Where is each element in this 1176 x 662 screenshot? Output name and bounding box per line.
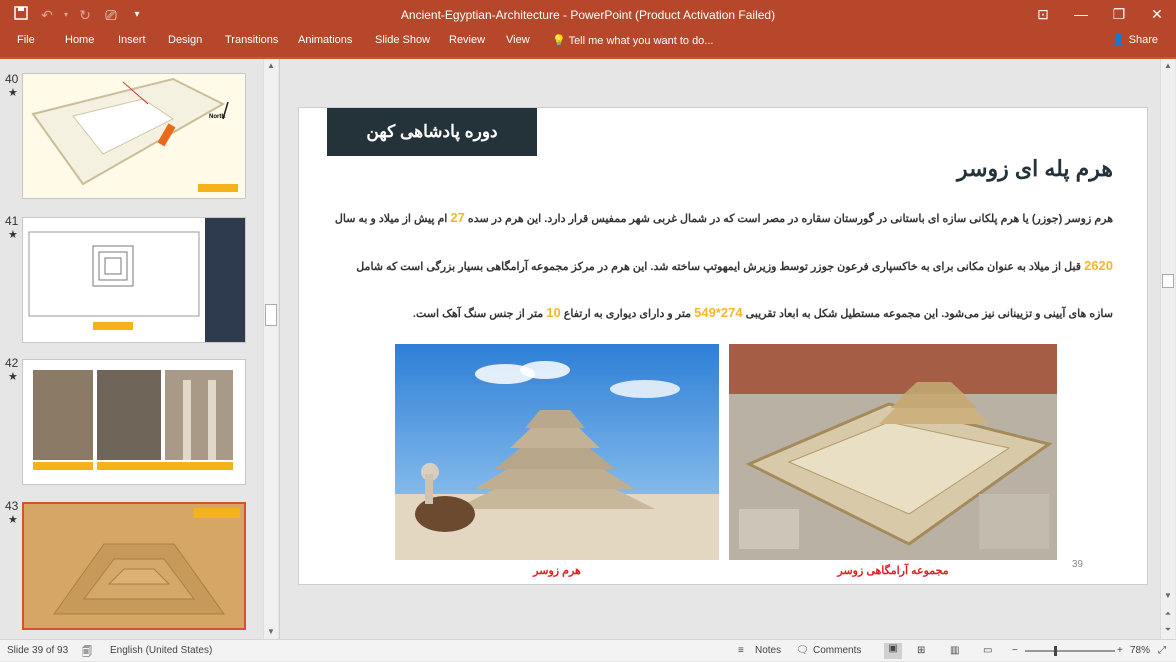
zoom-level[interactable]: 78% [1130, 645, 1150, 656]
thumbnail-slide-42[interactable] [22, 359, 246, 485]
window-controls: ⊡ — ❐ ✕ [1024, 0, 1176, 30]
zoom-slider[interactable] [1025, 646, 1115, 656]
paragraph-line-3: سازه های آیینی و تزیینانی نیز می‌شود. ای… [313, 305, 1113, 322]
page-number: 39 [1071, 559, 1083, 570]
thumb-number-43: 43 [5, 499, 19, 513]
para3-number-1: 274*549 [694, 305, 743, 320]
para2-number: 2620 [1084, 258, 1113, 273]
tell-me-label: Tell me what you want to do... [568, 35, 714, 47]
thumb-star-40: ★ [8, 87, 18, 99]
paragraph-line-2: 2620 قبل از میلاد به عنوان مکانی برای به… [313, 258, 1113, 275]
canvas-scroll-thumb[interactable] [1162, 274, 1174, 288]
caption-complex: مجموعه آرامگاهی زوسر [837, 565, 949, 577]
tab-design[interactable]: Design [168, 34, 202, 46]
para1-text-b: ام پیش از میلاد و به سال [334, 213, 451, 225]
slide-canvas: دوره پادشاهی کهن هرم پله ای زوسر هرم زوس… [282, 59, 1175, 639]
canvas-scroll-up-icon[interactable]: ▲ [1161, 59, 1175, 73]
thumb-number-42: 42 [5, 356, 19, 370]
para1-number: 27 [450, 210, 465, 225]
tab-home[interactable]: Home [65, 34, 94, 46]
thumb-number-41: 41 [5, 214, 19, 228]
notes-icon: ≡ [738, 645, 744, 656]
para3-text-c: متر از جنس سنگ آهک است. [412, 308, 547, 320]
para3-number-2: 10 [546, 305, 561, 320]
tab-transitions[interactable]: Transitions [225, 34, 278, 46]
complex-illustration[interactable] [729, 344, 1057, 560]
fit-slide-icon[interactable]: ⤢ [1158, 645, 1166, 656]
thumb-number-40: 40 [5, 72, 19, 86]
scroll-up-icon[interactable]: ▲ [264, 59, 278, 73]
share-button[interactable]: 👤 Share [1112, 33, 1158, 46]
scroll-thumb[interactable] [265, 304, 277, 326]
thumbnail-slide-43[interactable] [22, 502, 246, 630]
para3-text-a: سازه های آیینی و تزیینانی نیز می‌شود. ای… [742, 308, 1113, 320]
thumb-star-41: ★ [8, 229, 18, 241]
reading-view-icon[interactable]: ▥ [950, 645, 959, 656]
tab-insert[interactable]: Insert [118, 34, 146, 46]
minimize-icon[interactable]: — [1062, 0, 1100, 30]
tell-me-box[interactable]: 💡 Tell me what you want to do... [552, 34, 713, 47]
spellcheck-icon[interactable]: 🗐 [82, 645, 92, 662]
lightbulb-icon: 💡 [552, 35, 566, 47]
slide-counter: Slide 39 of 93 [7, 645, 69, 656]
tab-view[interactable]: View [506, 34, 530, 46]
caption-pyramid: هرم زوسر [533, 565, 581, 577]
tab-animations[interactable]: Animations [298, 34, 352, 46]
title-bar: ↶ ▾ ↻ ⎚ ▾ Ancient-Egyptian-Architecture … [0, 0, 1176, 30]
comments-button[interactable]: Comments [813, 645, 861, 656]
language-indicator[interactable]: English (United States) [110, 645, 212, 656]
tab-review[interactable]: Review [449, 34, 485, 46]
ribbon-display-icon[interactable]: ⊡ [1024, 0, 1062, 30]
status-bar: Slide 39 of 93 🗐 English (United States)… [0, 639, 1176, 661]
slide-title: هرم پله ای زوسر [956, 156, 1113, 181]
zoom-in-icon[interactable]: + [1117, 645, 1123, 656]
canvas-scrollbar[interactable]: ▲ ▼ ⏶ ⏷ [1160, 59, 1175, 639]
previous-slide-icon[interactable]: ⏶ [1161, 607, 1175, 621]
thumbnail-panel: 40 ★ North 41 ★ 42 ★ 43 ★ ▲ ▼ [0, 59, 280, 639]
zoom-slider-thumb[interactable] [1054, 646, 1057, 656]
canvas-scroll-down-icon[interactable]: ▼ [1161, 589, 1175, 603]
next-slide-icon[interactable]: ⏷ [1161, 623, 1175, 637]
thumb-star-42: ★ [8, 371, 18, 383]
share-label: Share [1128, 34, 1158, 46]
comments-icon: 🗨 [796, 645, 809, 656]
tab-file[interactable]: File [17, 34, 35, 46]
para3-text-b: متر و دارای دیواری به ارتفاع [560, 308, 695, 320]
paragraph-line-1: هرم زوسر (جوزر) یا هرم پلکانی سازه ای با… [313, 210, 1113, 227]
maximize-icon[interactable]: ❐ [1100, 0, 1138, 30]
person-icon: 👤 [1111, 34, 1126, 46]
slide-sorter-icon[interactable]: ⊞ [917, 645, 925, 656]
para1-text-a: هرم زوسر (جوزر) یا هرم پلکانی سازه ای با… [464, 213, 1113, 225]
section-banner: دوره پادشاهی کهن [327, 108, 537, 156]
para2-text: قبل از میلاد به عنوان مکانی برای به خاکس… [356, 261, 1085, 273]
normal-view-icon[interactable]: ▣ [884, 643, 902, 659]
thumb-star-43: ★ [8, 514, 18, 526]
notes-button[interactable]: Notes [755, 645, 781, 656]
zoom-out-icon[interactable]: − [1012, 645, 1018, 656]
window-title: Ancient-Egyptian-Architecture - PowerPoi… [400, 8, 776, 22]
thumbnail-slide-40[interactable]: North [22, 73, 246, 199]
slide[interactable]: دوره پادشاهی کهن هرم پله ای زوسر هرم زوس… [298, 107, 1148, 585]
close-icon[interactable]: ✕ [1138, 0, 1176, 30]
tab-slide-show[interactable]: Slide Show [375, 34, 430, 46]
north-label: North [209, 114, 225, 120]
thumbnail-slide-41[interactable] [22, 217, 246, 343]
slideshow-view-icon[interactable]: ▭ [983, 645, 992, 656]
thumbnail-scrollbar[interactable]: ▲ ▼ [263, 59, 278, 639]
ribbon-tabs: File Home Insert Design Transitions Anim… [0, 30, 1176, 57]
scroll-down-icon[interactable]: ▼ [264, 625, 278, 639]
pyramid-photo[interactable] [395, 344, 719, 560]
